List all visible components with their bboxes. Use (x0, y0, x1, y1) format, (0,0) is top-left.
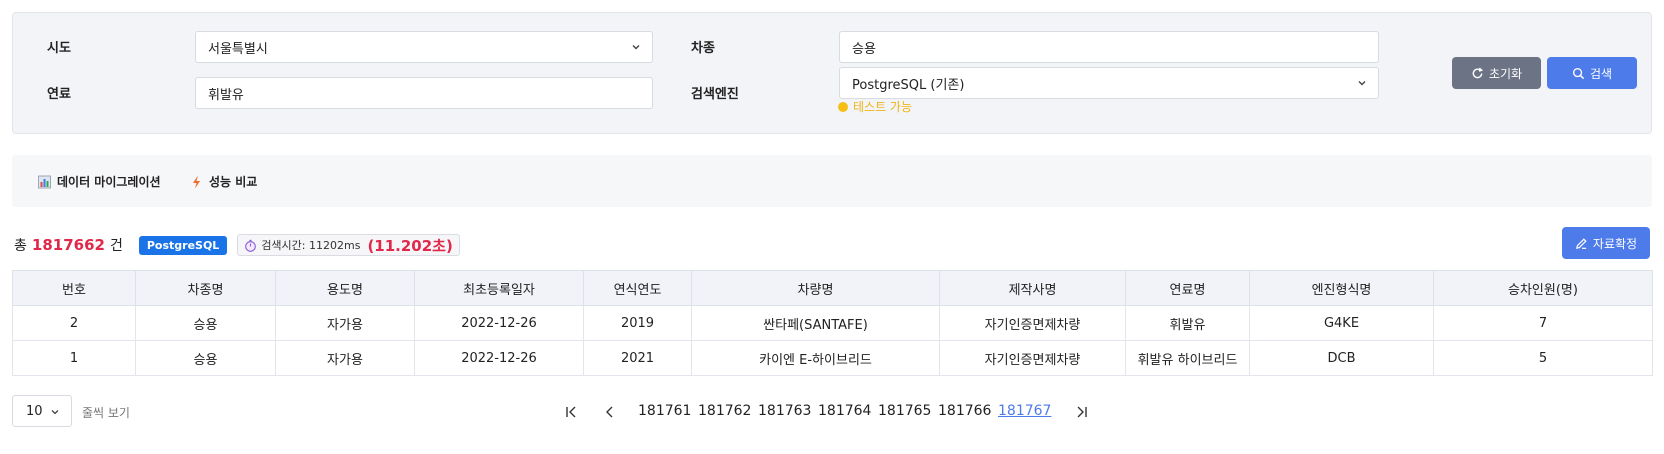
search-icon (1572, 67, 1585, 79)
fuel-input[interactable]: 휘발유 (195, 77, 653, 109)
reset-button-label: 초기화 (1488, 66, 1523, 81)
tab-bar: 데이터 마이그레이션 성능 비교 (12, 155, 1652, 207)
table-cell: 2019 (583, 305, 692, 341)
search-time-badge: 검색시간: 11202ms (11.202초) (237, 234, 460, 256)
page-number[interactable]: 181766 (938, 403, 991, 419)
table-cell: 2021 (583, 340, 692, 376)
confirm-data-button[interactable]: 자료확정 (1562, 227, 1650, 259)
fuel-label: 연료 (47, 87, 71, 102)
table-cell: G4KE (1249, 305, 1434, 341)
refresh-icon (1472, 67, 1484, 78)
reset-button[interactable]: 초기화 (1452, 57, 1541, 89)
table-cell: 자가용 (275, 305, 415, 341)
tab-data-migration-label: 데이터 마이그레이션 (57, 175, 161, 189)
table-cell: 2022-12-26 (414, 340, 584, 376)
table-header-row: 번호 차종명 용도명 최초등록일자 연식연도 차량명 제작사명 연료명 엔진형식… (12, 270, 1653, 306)
table-cell: DCB (1249, 340, 1434, 376)
page-size-value: 10 (26, 403, 43, 419)
table-cell: 카이엔 E-하이브리드 (691, 340, 940, 376)
engine-status-text: 테스트 가능 (853, 100, 913, 114)
table-cell: 싼타페(SANTAFE) (691, 305, 940, 341)
result-summary: 총 1817662 건 PostgreSQL 검색시간: 11202ms (11… (14, 233, 460, 257)
search-button-label: 검색 (1589, 66, 1613, 81)
page-number[interactable]: 181762 (698, 403, 751, 419)
table-row[interactable]: 1 승용 자가용 2022-12-26 2021 카이엔 E-하이브리드 자기인… (12, 340, 1653, 376)
filter-panel: 시도 서울특별시 연료 휘발유 차종 승용 검색엔진 PostgreSQL (기… (12, 12, 1652, 134)
table-cell: 2 (12, 305, 136, 341)
engine-select[interactable]: PostgreSQL (기존) (839, 67, 1379, 99)
engine-status: 테스트 가능 (838, 98, 912, 115)
table-cell: 휘발유 (1125, 305, 1250, 341)
tab-performance-label: 성능 비교 (209, 175, 258, 189)
table-row[interactable]: 2 승용 자가용 2022-12-26 2019 싼타페(SANTAFE) 자기… (12, 305, 1653, 341)
column-header[interactable]: 차량명 (691, 270, 940, 306)
table-cell: 자기인증면제차량 (939, 340, 1126, 376)
previous-page-icon[interactable] (602, 404, 618, 420)
search-time-seconds: (11.202초) (367, 236, 453, 255)
table-cell: 1 (12, 340, 136, 376)
lightning-icon (193, 175, 200, 188)
sido-label: 시도 (47, 41, 71, 56)
car-type-input[interactable]: 승용 (839, 31, 1379, 63)
last-page-icon[interactable] (1074, 404, 1090, 420)
chevron-down-icon (51, 410, 59, 415)
column-header[interactable]: 엔진형식명 (1249, 270, 1434, 306)
column-header[interactable]: 용도명 (275, 270, 415, 306)
column-header[interactable]: 승차인원(명) (1433, 270, 1653, 306)
chevron-down-icon (632, 45, 640, 50)
table-cell: 7 (1433, 305, 1653, 341)
search-time-label: 검색시간: 11202ms (261, 239, 361, 252)
column-header[interactable]: 번호 (12, 270, 136, 306)
column-header[interactable]: 차종명 (135, 270, 276, 306)
tab-performance[interactable]: 성능 비교 (190, 173, 257, 190)
table-cell: 5 (1433, 340, 1653, 376)
tab-data-migration[interactable]: 데이터 마이그레이션 (38, 173, 161, 190)
edit-icon (1575, 237, 1587, 249)
table-cell: 승용 (135, 305, 276, 341)
column-header[interactable]: 제작사명 (939, 270, 1126, 306)
page-number[interactable]: 181765 (878, 403, 931, 419)
sido-select[interactable]: 서울특별시 (195, 31, 653, 63)
table-cell: 자가용 (275, 340, 415, 376)
page-number[interactable]: 181764 (818, 403, 871, 419)
sido-select-value: 서울특별시 (208, 41, 268, 57)
page-number[interactable]: 181761 (638, 403, 691, 419)
table-cell: 휘발유 하이브리드 (1125, 340, 1250, 376)
page-number[interactable]: 181763 (758, 403, 811, 419)
engine-label: 검색엔진 (691, 87, 739, 102)
column-header[interactable]: 연식연도 (583, 270, 692, 306)
stopwatch-icon (245, 239, 257, 252)
current-page-number[interactable]: 181767 (998, 403, 1051, 419)
results-table: 번호 차종명 용도명 최초등록일자 연식연도 차량명 제작사명 연료명 엔진형식… (12, 270, 1653, 376)
column-header[interactable]: 최초등록일자 (414, 270, 584, 306)
status-dot-icon (838, 101, 848, 112)
bar-chart-icon (38, 175, 51, 188)
search-button[interactable]: 검색 (1547, 57, 1637, 89)
engine-select-value: PostgreSQL (기존) (852, 77, 965, 93)
car-type-input-value: 승용 (852, 41, 876, 57)
chevron-down-icon (1358, 81, 1366, 86)
column-header[interactable]: 연료명 (1125, 270, 1250, 306)
total-count: 1817662 (31, 236, 105, 254)
car-type-label: 차종 (691, 41, 715, 56)
table-cell: 자기인증면제차량 (939, 305, 1126, 341)
first-page-icon[interactable] (564, 404, 580, 420)
engine-badge: PostgreSQL (138, 235, 228, 255)
total-suffix: 건 (109, 238, 123, 254)
table-cell: 승용 (135, 340, 276, 376)
page-size-select[interactable]: 10 (12, 395, 72, 427)
confirm-data-button-label: 자료확정 (1592, 236, 1638, 251)
fuel-input-value: 휘발유 (208, 87, 244, 103)
total-prefix: 총 (14, 238, 27, 254)
page-size-label: 줄씩 보기 (82, 406, 130, 420)
table-cell: 2022-12-26 (414, 305, 584, 341)
